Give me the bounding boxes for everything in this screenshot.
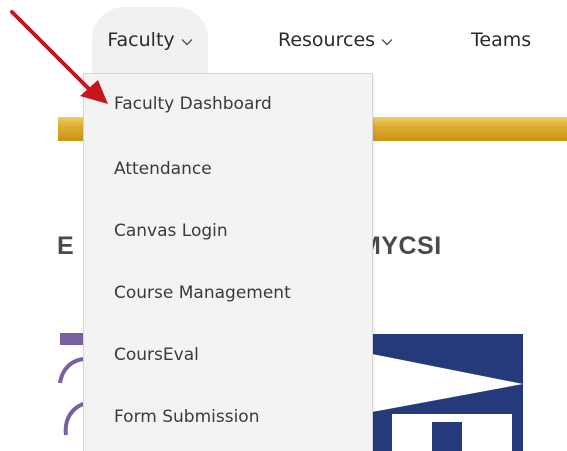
chevron-down-icon — [381, 39, 393, 46]
nav-item-teams[interactable]: Teams — [471, 7, 531, 73]
menu-item-courseval[interactable]: CoursEval — [114, 345, 199, 365]
page-heading-fragment-left: E — [57, 232, 75, 260]
nav-item-faculty-label: Faculty — [107, 29, 175, 51]
banner-purple-bar — [60, 333, 85, 345]
chevron-down-icon — [181, 39, 193, 46]
banner-art-fragment — [58, 357, 86, 436]
menu-item-form-submission[interactable]: Form Submission — [114, 407, 259, 427]
menu-item-course-management[interactable]: Course Management — [114, 283, 291, 303]
menu-item-faculty-dashboard[interactable]: Faculty Dashboard — [114, 94, 272, 114]
nav-item-resources[interactable]: Resources — [278, 7, 393, 73]
faculty-dropdown-menu: Faculty Dashboard Attendance Canvas Logi… — [83, 73, 373, 451]
nav-item-resources-label: Resources — [278, 29, 376, 51]
menu-item-canvas-login[interactable]: Canvas Login — [114, 221, 228, 241]
nav-item-teams-label: Teams — [471, 29, 532, 51]
nav-item-faculty[interactable]: Faculty — [92, 7, 208, 73]
menu-item-attendance[interactable]: Attendance — [114, 159, 212, 179]
banner-image — [372, 334, 523, 451]
graduation-cap-icon — [372, 354, 523, 451]
page: Faculty Resources Teams E MYCSI Faculty … — [0, 0, 567, 451]
